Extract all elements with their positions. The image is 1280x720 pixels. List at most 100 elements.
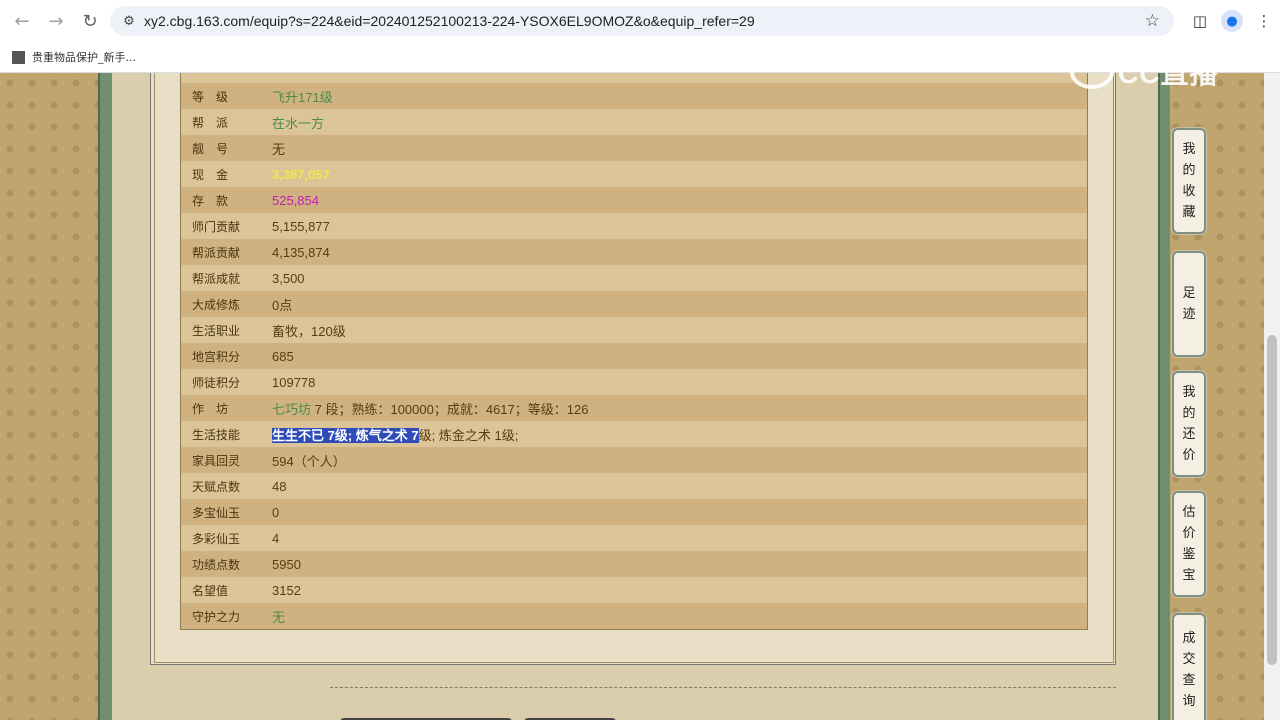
- table-row: 帮 派 在水一方: [181, 109, 1087, 135]
- attribute-value: 3,500: [272, 270, 305, 286]
- back-arrow-icon[interactable]: ←: [6, 5, 38, 37]
- attribute-value: 0: [272, 504, 280, 520]
- attribute-label: 地宫积分: [192, 349, 241, 364]
- browser-toolbar: ← → ↻ ⚙ xy2.cbg.163.com/equip?s=224&eid=…: [0, 0, 1280, 42]
- attribute-label: 帮 派: [192, 115, 229, 130]
- side-nav-button[interactable]: 足迹: [1172, 251, 1206, 357]
- attribute-value: 685: [272, 348, 294, 364]
- page-background: 等 级飞升171级帮 派在水一方靓 号无现 金 3,387,057 存 款 525,8…: [0, 73, 1280, 720]
- attribute-label: 生活技能: [192, 427, 241, 442]
- attribute-label: 等 级: [192, 89, 229, 104]
- profile-avatar-icon[interactable]: ●: [1221, 10, 1243, 32]
- attribute-label: 靓 号: [192, 141, 229, 156]
- table-row: 靓 号无: [181, 135, 1087, 161]
- scrollbar[interactable]: [1264, 73, 1280, 720]
- side-nav-button[interactable]: 成交查询: [1172, 613, 1206, 720]
- attribute-label: 师徒积分: [192, 375, 241, 390]
- watermark-logo: CC直播: [1070, 52, 1218, 92]
- menu-kebab-icon[interactable]: ⋮: [1248, 6, 1280, 36]
- side-nav-char: 我: [1182, 385, 1196, 400]
- table-row: 生活技能 生生不已 7级; 炼气之术 7级; 炼金之术 1级;: [181, 421, 1087, 447]
- bookmark-label: 贵重物品保护_新手...: [32, 51, 136, 64]
- attribute-label: 多宝仙玉: [192, 505, 241, 520]
- side-nav-char: 询: [1182, 694, 1196, 709]
- selected-text[interactable]: 生生不已 7级; 炼气之术 7: [272, 427, 419, 443]
- table-row: 生活职业 畜牧，120级: [181, 317, 1087, 343]
- side-panel-icon[interactable]: ◫: [1184, 6, 1216, 36]
- side-nav-char: 宝: [1182, 568, 1196, 583]
- table-row: 天赋点数 48: [181, 473, 1087, 499]
- side-nav-char: 价: [1182, 448, 1196, 463]
- table-row-cutoff: [181, 73, 1087, 83]
- side-nav-char: 查: [1182, 673, 1196, 688]
- forward-arrow-icon[interactable]: →: [40, 5, 72, 37]
- attribute-value: 594（个人）: [272, 453, 346, 469]
- table-row: 作 坊 七巧坊 7 段；熟练：100000；成就：4617；等级：126: [181, 395, 1087, 421]
- dashed-divider: [330, 687, 1116, 688]
- table-row: 存 款 525,854: [181, 187, 1087, 213]
- side-nav-char: 价: [1182, 526, 1196, 541]
- table-row: 帮派贡献 4,135,874: [181, 239, 1087, 265]
- table-row: 多宝仙玉 0: [181, 499, 1087, 525]
- table-row: 大成修炼 0点: [181, 291, 1087, 317]
- attribute-label: 名望值: [192, 583, 229, 598]
- attribute-value: 七巧坊 7 段；熟练：100000；成就：4617；等级：126: [272, 399, 588, 418]
- address-bar[interactable]: ⚙ xy2.cbg.163.com/equip?s=224&eid=202401…: [110, 6, 1174, 36]
- table-row: 师徒积分 109778: [181, 369, 1087, 395]
- attribute-label: 作 坊: [192, 401, 229, 416]
- attribute-label: 多彩仙玉: [192, 531, 241, 546]
- attribute-label: 师门贡献: [192, 219, 241, 234]
- attribute-value-rest: 7 段；熟练：100000；成就：4617；等级：126: [311, 401, 589, 417]
- table-row: 守护之力 无: [181, 603, 1087, 629]
- attribute-value: 飞升171级: [272, 89, 333, 105]
- attribute-value: 0点: [272, 297, 293, 313]
- table-row: 多彩仙玉 4: [181, 525, 1087, 551]
- attribute-label: 大成修炼: [192, 297, 241, 312]
- side-nav-button[interactable]: 估价鉴宝: [1172, 491, 1206, 597]
- attribute-value-prefix: 七巧坊: [272, 401, 312, 417]
- side-nav-char: 成: [1182, 631, 1196, 646]
- logo-circle-icon: [1070, 55, 1114, 89]
- attribute-label: 帮派成就: [192, 271, 241, 286]
- url-text[interactable]: xy2.cbg.163.com/equip?s=224&eid=20240125…: [144, 13, 755, 29]
- table-row: 功绩点数 5950: [181, 551, 1087, 577]
- side-nav-button[interactable]: 我的还价: [1172, 371, 1206, 477]
- scroll-thumb[interactable]: [1267, 335, 1277, 665]
- attribute-value: 畜牧，120级: [272, 323, 346, 339]
- attributes-table: 等 级飞升171级帮 派在水一方靓 号无现 金 3,387,057 存 款 525,8…: [180, 73, 1088, 630]
- side-nav-char: 鉴: [1182, 547, 1196, 562]
- table-row: 地宫积分 685: [181, 343, 1087, 369]
- reload-icon[interactable]: ↻: [74, 5, 106, 37]
- attribute-label: 功绩点数: [192, 557, 241, 572]
- table-row: 师门贡献 5,155,877: [181, 213, 1087, 239]
- table-row: 现 金 3,387,057: [181, 161, 1087, 187]
- attribute-value: 5,155,877: [272, 218, 330, 234]
- table-row: 名望值 3152: [181, 577, 1087, 603]
- attribute-value: 4: [272, 530, 280, 546]
- bookmark-item[interactable]: 贵重物品保护_新手...: [12, 49, 136, 65]
- side-nav-char: 估: [1182, 505, 1196, 520]
- side-nav-char: 迹: [1182, 307, 1196, 322]
- side-nav-char: 的: [1182, 163, 1196, 178]
- attribute-value: 生生不已 7级; 炼气之术 7级; 炼金之术 1级;: [272, 425, 518, 444]
- attribute-value-rest: 级; 炼金之术 1级;: [418, 427, 519, 443]
- side-nav-char: 收: [1182, 184, 1196, 199]
- side-nav-char: 藏: [1182, 205, 1196, 220]
- side-nav-char: 我: [1182, 142, 1196, 157]
- attribute-label: 生活职业: [192, 323, 241, 338]
- attribute-value: 5950: [272, 556, 301, 572]
- right-border: [1158, 73, 1170, 720]
- logo-text: CC直播: [1118, 58, 1219, 89]
- site-info-icon[interactable]: ⚙: [114, 14, 144, 29]
- attribute-value: 4,135,874: [272, 244, 330, 260]
- table-row: 家具回灵 594（个人）: [181, 447, 1087, 473]
- table-row: 帮派成就 3,500: [181, 265, 1087, 291]
- attribute-value: 无: [272, 609, 286, 625]
- bookmark-star-icon[interactable]: ☆: [1145, 11, 1160, 31]
- attribute-value: 3152: [272, 582, 301, 598]
- side-nav-button[interactable]: 我的收藏: [1172, 128, 1206, 234]
- attribute-label: 存 款: [192, 193, 229, 208]
- bookmark-favicon-icon: [12, 50, 25, 64]
- attribute-label: 天赋点数: [192, 479, 241, 494]
- attribute-label: 家具回灵: [192, 453, 241, 468]
